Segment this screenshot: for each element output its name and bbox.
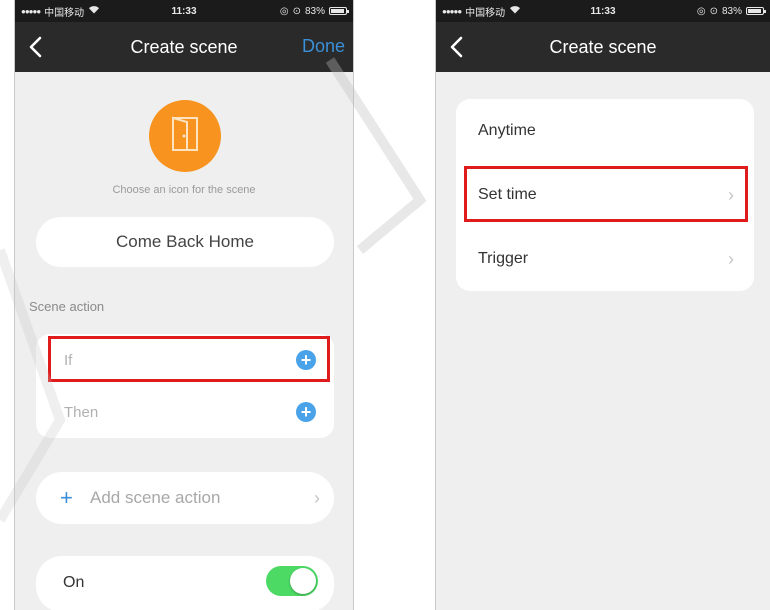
section-label-scene-action: Scene action: [29, 299, 105, 314]
wifi-icon: [88, 5, 100, 17]
add-scene-action-label: Add scene action: [90, 488, 221, 507]
carrier-label: 中国移动: [44, 7, 85, 19]
screen-create-scene-main: ●●●●● 中国移动 11:33 ◎ ⊙ 83% Create scene Do…: [15, 0, 353, 610]
status-time: 11:33: [590, 5, 616, 17]
action-label-then: Then: [64, 403, 99, 421]
signal-icon: ●●●●●: [442, 6, 462, 16]
page-title: Create scene: [549, 36, 657, 57]
navigation-bar: Create scene: [436, 22, 770, 72]
chevron-right-icon: ›: [314, 487, 320, 508]
status-time: 11:33: [171, 5, 197, 17]
alarm-icon: ⊙: [292, 5, 301, 17]
battery-icon: [329, 7, 349, 15]
alarm-icon: ⊙: [709, 5, 718, 17]
screen-create-scene-condition: ●●●●● 中国移动 11:33 ◎ ⊙ 83% Create scene An…: [436, 0, 770, 610]
option-anytime[interactable]: Anytime: [456, 99, 754, 163]
add-scene-action-button[interactable]: + Add scene action ›: [36, 472, 334, 524]
wifi-icon: [509, 5, 521, 17]
scene-name-value: Come Back Home: [116, 232, 254, 251]
page-title: Create scene: [130, 36, 238, 57]
option-label-trigger: Trigger: [478, 250, 529, 267]
signal-icon: ●●●●●: [21, 6, 41, 16]
plus-icon: +: [60, 485, 73, 510]
option-trigger[interactable]: Trigger ›: [456, 227, 754, 291]
done-button[interactable]: Done: [302, 36, 345, 57]
carrier-label: 中国移动: [465, 7, 506, 19]
location-icon: ◎: [696, 5, 706, 17]
scene-enabled-toggle[interactable]: [266, 566, 318, 596]
navigation-bar: Create scene Done: [15, 22, 353, 72]
battery-icon: [746, 7, 766, 15]
highlight-set-time-row: [464, 166, 748, 222]
scene-enabled-row: On: [36, 556, 334, 610]
icon-caption: Choose an icon for the scene: [112, 184, 256, 196]
action-row-then[interactable]: Then +: [36, 386, 334, 438]
battery-percent: 83%: [304, 5, 325, 17]
scene-name-field[interactable]: Come Back Home: [36, 217, 334, 267]
door-icon: [171, 116, 199, 157]
chevron-right-icon: ›: [728, 248, 734, 269]
scene-icon-picker[interactable]: [149, 100, 221, 172]
status-bar: ●●●●● 中国移动 11:33 ◎ ⊙ 83%: [15, 0, 353, 22]
back-chevron-icon[interactable]: [27, 36, 45, 58]
battery-percent: 83%: [721, 5, 742, 17]
add-then-action-icon[interactable]: +: [296, 402, 316, 422]
highlight-if-row: [48, 336, 330, 382]
location-icon: ◎: [279, 5, 289, 17]
status-bar: ●●●●● 中国移动 11:33 ◎ ⊙ 83%: [436, 0, 770, 22]
back-chevron-icon[interactable]: [448, 36, 466, 58]
option-label-anytime: Anytime: [478, 122, 536, 139]
toggle-label: On: [63, 574, 85, 591]
